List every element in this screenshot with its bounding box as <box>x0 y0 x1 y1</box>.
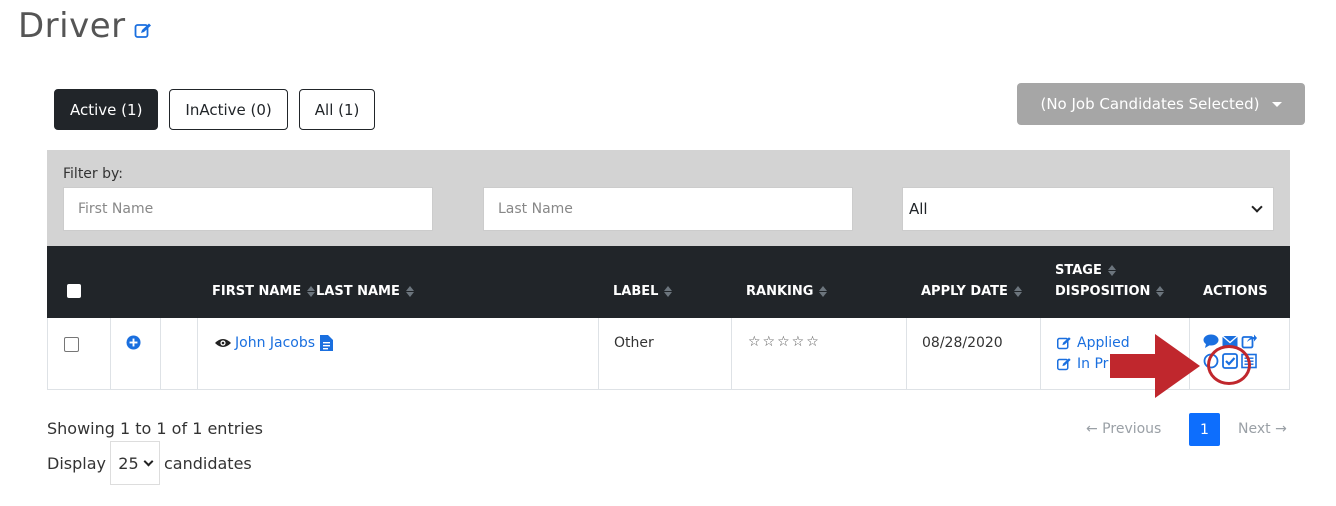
col-apply-date[interactable]: APPLY DATE <box>921 284 1022 299</box>
ranking-stars[interactable]: ☆☆☆☆☆ <box>748 334 821 350</box>
col-ranking-label: RANKING <box>746 284 814 299</box>
filter-panel: Filter by: All <box>47 150 1290 246</box>
caret-down-icon <box>1271 101 1282 107</box>
filter-select-value: All <box>909 200 928 218</box>
pagination-page-1[interactable]: 1 <box>1189 413 1220 446</box>
sort-icon <box>664 286 673 297</box>
sort-icon <box>405 286 414 297</box>
sort-icon <box>1013 286 1022 297</box>
disposition-text: In Pr <box>1077 356 1109 372</box>
page-title: Driver <box>18 6 152 46</box>
job-candidates-dropdown[interactable]: (No Job Candidates Selected) <box>1017 83 1305 125</box>
row-checkbox[interactable] <box>64 337 79 352</box>
col-actions-label: ACTIONS <box>1203 284 1268 299</box>
display-count-control: Display 25 candidates <box>47 441 252 485</box>
candidate-name-cell: John Jacobs <box>214 335 334 351</box>
filter-label: Filter by: <box>63 166 123 182</box>
col-actions: ACTIONS <box>1203 284 1268 299</box>
sort-icon <box>307 286 316 297</box>
select-all-checkbox[interactable] <box>67 284 81 298</box>
col-label-label: LABEL <box>613 284 659 299</box>
first-name-filter-input[interactable] <box>63 187 433 231</box>
entries-info: Showing 1 to 1 of 1 entries <box>47 419 263 438</box>
col-stage[interactable]: STAGE <box>1055 263 1116 278</box>
expand-plus-icon[interactable] <box>126 335 141 350</box>
display-suffix: candidates <box>163 453 252 473</box>
annotation-circle <box>1207 345 1251 385</box>
filter-select[interactable]: All <box>902 187 1274 231</box>
pagination-previous[interactable]: ← Previous <box>1086 421 1161 437</box>
col-last-name-label: LAST NAME <box>316 284 400 299</box>
display-count-select[interactable]: 25 <box>109 441 160 485</box>
sort-icon <box>1107 265 1116 276</box>
document-icon[interactable] <box>320 335 334 351</box>
col-first-name-label: FIRST NAME <box>212 284 302 299</box>
comment-icon[interactable] <box>1203 333 1219 349</box>
last-name-filter-input[interactable] <box>483 187 853 231</box>
tab-inactive[interactable]: InActive (0) <box>169 89 288 130</box>
display-prefix: Display <box>47 453 106 473</box>
tab-all[interactable]: All (1) <box>298 89 376 130</box>
status-tabs: Active (1) InActive (0) All (1) <box>54 89 376 130</box>
label-cell: Other <box>614 335 654 351</box>
eye-icon[interactable] <box>214 337 232 349</box>
tab-active[interactable]: Active (1) <box>54 89 159 130</box>
col-ranking[interactable]: RANKING <box>746 284 828 299</box>
col-disposition-label: DISPOSITION <box>1055 284 1151 299</box>
table-header: FIRST NAME LAST NAME LABEL RANKING APPLY… <box>47 246 1290 318</box>
edit-icon <box>1057 337 1071 350</box>
col-disposition[interactable]: DISPOSITION <box>1055 284 1165 299</box>
share-icon[interactable] <box>1241 333 1257 349</box>
sort-icon <box>1156 286 1165 297</box>
page-title-text: Driver <box>18 6 126 46</box>
table-row: John Jacobs Other ☆☆☆☆☆ 08/28/2020 Appli… <box>47 318 1290 390</box>
candidate-name-link[interactable]: John Jacobs <box>235 335 315 351</box>
chevron-down-icon <box>1251 201 1263 213</box>
job-candidates-dropdown-label: (No Job Candidates Selected) <box>1040 95 1260 113</box>
sort-icon <box>819 286 828 297</box>
annotation-arrow-icon <box>1110 334 1200 398</box>
col-apply-date-label: APPLY DATE <box>921 284 1008 299</box>
col-stage-label: STAGE <box>1055 263 1102 278</box>
edit-icon <box>1057 358 1071 371</box>
col-label[interactable]: LABEL <box>613 284 673 299</box>
pagination-next[interactable]: Next → <box>1238 421 1287 437</box>
chevron-down-icon <box>143 456 154 467</box>
apply-date-cell: 08/28/2020 <box>922 335 1003 351</box>
display-count-value: 25 <box>118 453 139 473</box>
col-last-name[interactable]: LAST NAME <box>316 284 414 299</box>
edit-icon[interactable] <box>134 22 152 40</box>
col-first-name[interactable]: FIRST NAME <box>212 284 316 299</box>
